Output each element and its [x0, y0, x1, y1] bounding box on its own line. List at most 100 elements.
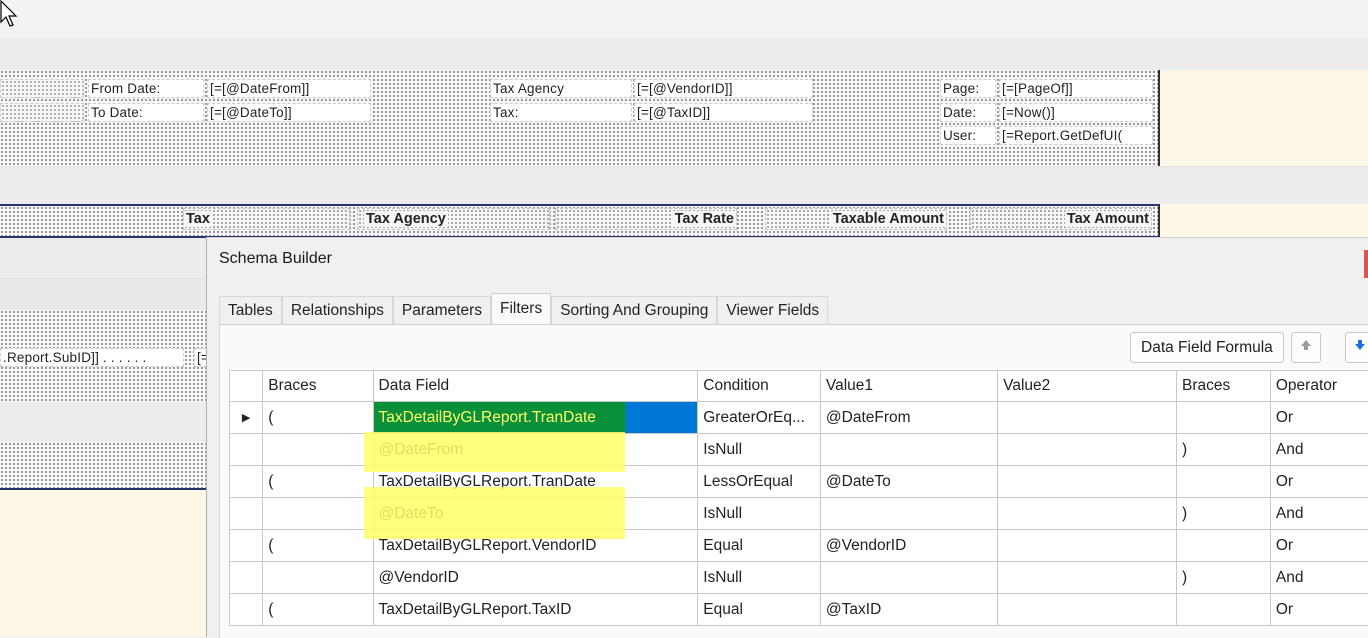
data-field-cell[interactable]: TaxDetailByGLReport.TaxID: [373, 594, 698, 626]
current-row-icon[interactable]: ▶: [230, 402, 263, 434]
braces-cell[interactable]: [263, 562, 373, 594]
braces-close-cell[interactable]: [1177, 530, 1271, 562]
col-header-tax-rate[interactable]: Tax Rate: [555, 208, 737, 230]
from-date-value[interactable]: [=[@DateFrom]]: [207, 79, 371, 98]
value2-cell[interactable]: [998, 562, 1177, 594]
filters-grid[interactable]: Braces Data Field Condition Value1 Value…: [229, 370, 1368, 626]
table-row[interactable]: (TaxDetailByGLReport.TaxIDEqual@TaxID Or: [230, 594, 1368, 626]
operator-cell[interactable]: And: [1270, 498, 1368, 530]
operator-cell[interactable]: And: [1270, 562, 1368, 594]
row-header[interactable]: [230, 594, 263, 626]
table-row[interactable]: (TaxDetailByGLReport.TranDateLessOrEqual…: [230, 466, 1368, 498]
condition-cell[interactable]: IsNull: [698, 562, 821, 594]
tab-relationships[interactable]: Relationships: [282, 296, 393, 324]
col-header-tax-amount[interactable]: Tax Amount: [970, 208, 1152, 230]
value2-cell[interactable]: [998, 530, 1177, 562]
value1-cell[interactable]: @DateFrom: [820, 402, 997, 434]
from-date-label[interactable]: From Date:: [88, 79, 204, 98]
braces-cell[interactable]: (: [263, 466, 373, 498]
left-field-2[interactable]: [0, 103, 84, 122]
data-field-cell[interactable]: TaxDetailByGLReport.TranDate: [373, 466, 698, 498]
data-field-formula-button[interactable]: Data Field Formula: [1130, 332, 1284, 363]
col-value1[interactable]: Value1: [820, 371, 997, 402]
tab-viewer-fields[interactable]: Viewer Fields: [717, 296, 828, 324]
braces-close-cell[interactable]: [1177, 466, 1271, 498]
braces-close-cell[interactable]: [1177, 402, 1271, 434]
value1-cell[interactable]: @DateTo: [820, 466, 997, 498]
data-field-cell[interactable]: @DateTo: [373, 498, 698, 530]
tab-filters[interactable]: Filters: [491, 293, 551, 325]
left-field-1[interactable]: [0, 79, 84, 98]
to-date-label[interactable]: To Date:: [88, 103, 204, 122]
row-header[interactable]: [230, 466, 263, 498]
row-header[interactable]: [230, 562, 263, 594]
tab-tables[interactable]: Tables: [219, 296, 282, 324]
data-field-cell[interactable]: @DateFrom: [373, 434, 698, 466]
braces-close-cell[interactable]: ): [1177, 562, 1271, 594]
col-data-field[interactable]: Data Field: [373, 371, 698, 402]
col-value2[interactable]: Value2: [998, 371, 1177, 402]
value2-cell[interactable]: [998, 594, 1177, 626]
condition-cell[interactable]: Equal: [698, 530, 821, 562]
data-field-cell[interactable]: @VendorID: [373, 562, 698, 594]
row-header[interactable]: [230, 530, 263, 562]
condition-cell[interactable]: IsNull: [698, 498, 821, 530]
tax-agency-value[interactable]: [=[@VendorID]]: [634, 79, 813, 98]
user-value[interactable]: [=Report.GetDefUI(: [999, 126, 1153, 145]
value2-cell[interactable]: [998, 498, 1177, 530]
table-row[interactable]: @DateToIsNull)And: [230, 498, 1368, 530]
col-condition[interactable]: Condition: [698, 371, 821, 402]
date-value[interactable]: [=Now()]: [999, 103, 1153, 122]
col-header-taxable-amount[interactable]: Taxable Amount: [765, 208, 947, 230]
row-header[interactable]: [230, 498, 263, 530]
operator-cell[interactable]: Or: [1270, 402, 1368, 434]
condition-cell[interactable]: Equal: [698, 594, 821, 626]
date-label[interactable]: Date:: [940, 103, 996, 122]
braces-cell[interactable]: (: [263, 402, 373, 434]
data-field-cell[interactable]: TaxDetailByGLReport.VendorID: [373, 530, 698, 562]
condition-cell[interactable]: LessOrEqual: [698, 466, 821, 498]
braces-close-cell[interactable]: ): [1177, 434, 1271, 466]
braces-cell[interactable]: [263, 498, 373, 530]
table-row[interactable]: (TaxDetailByGLReport.VendorIDEqual@Vendo…: [230, 530, 1368, 562]
tax-label[interactable]: Tax:: [490, 103, 632, 122]
col-header-tax[interactable]: Tax: [183, 208, 350, 230]
data-field-cell[interactable]: TaxDetailByGLReport.TranDate: [373, 402, 698, 434]
row-header[interactable]: [230, 434, 263, 466]
page-value[interactable]: [=[PageOf]]: [999, 79, 1153, 98]
table-row[interactable]: @DateFromIsNull)And: [230, 434, 1368, 466]
schema-builder-dialog[interactable]: Schema Builder Tables Relationships Para…: [206, 237, 1368, 637]
operator-cell[interactable]: And: [1270, 434, 1368, 466]
user-label[interactable]: User:: [940, 126, 996, 145]
value1-cell[interactable]: @TaxID: [820, 594, 997, 626]
col-header-tax-agency[interactable]: Tax Agency: [357, 208, 550, 230]
footer-section[interactable]: [0, 442, 206, 490]
condition-cell[interactable]: IsNull: [698, 434, 821, 466]
page-label[interactable]: Page:: [940, 79, 996, 98]
close-icon[interactable]: [1364, 250, 1368, 278]
detail-field-subid[interactable]: .Report.SubID]] . . . . . .: [0, 348, 184, 367]
operator-cell[interactable]: Or: [1270, 594, 1368, 626]
value1-cell[interactable]: [820, 562, 997, 594]
braces-cell[interactable]: (: [263, 594, 373, 626]
arrow-down-icon[interactable]: [1345, 332, 1368, 363]
col-braces-close[interactable]: Braces: [1177, 371, 1271, 402]
arrow-up-icon[interactable]: [1291, 332, 1321, 363]
tax-agency-label[interactable]: Tax Agency: [490, 79, 632, 98]
value2-cell[interactable]: [998, 402, 1177, 434]
braces-close-cell[interactable]: ): [1177, 498, 1271, 530]
braces-cell[interactable]: (: [263, 530, 373, 562]
col-braces[interactable]: Braces: [263, 371, 373, 402]
table-row[interactable]: ▶(TaxDetailByGLReport.TranDateGreaterOrE…: [230, 402, 1368, 434]
braces-cell[interactable]: [263, 434, 373, 466]
value2-cell[interactable]: [998, 466, 1177, 498]
to-date-value[interactable]: [=[@DateTo]]: [207, 103, 371, 122]
tab-parameters[interactable]: Parameters: [393, 296, 491, 324]
operator-cell[interactable]: Or: [1270, 466, 1368, 498]
col-operator[interactable]: Operator: [1270, 371, 1368, 402]
value1-cell[interactable]: [820, 434, 997, 466]
operator-cell[interactable]: Or: [1270, 530, 1368, 562]
braces-close-cell[interactable]: [1177, 594, 1271, 626]
tab-sorting-and-grouping[interactable]: Sorting And Grouping: [551, 296, 717, 324]
value1-cell[interactable]: @VendorID: [820, 530, 997, 562]
